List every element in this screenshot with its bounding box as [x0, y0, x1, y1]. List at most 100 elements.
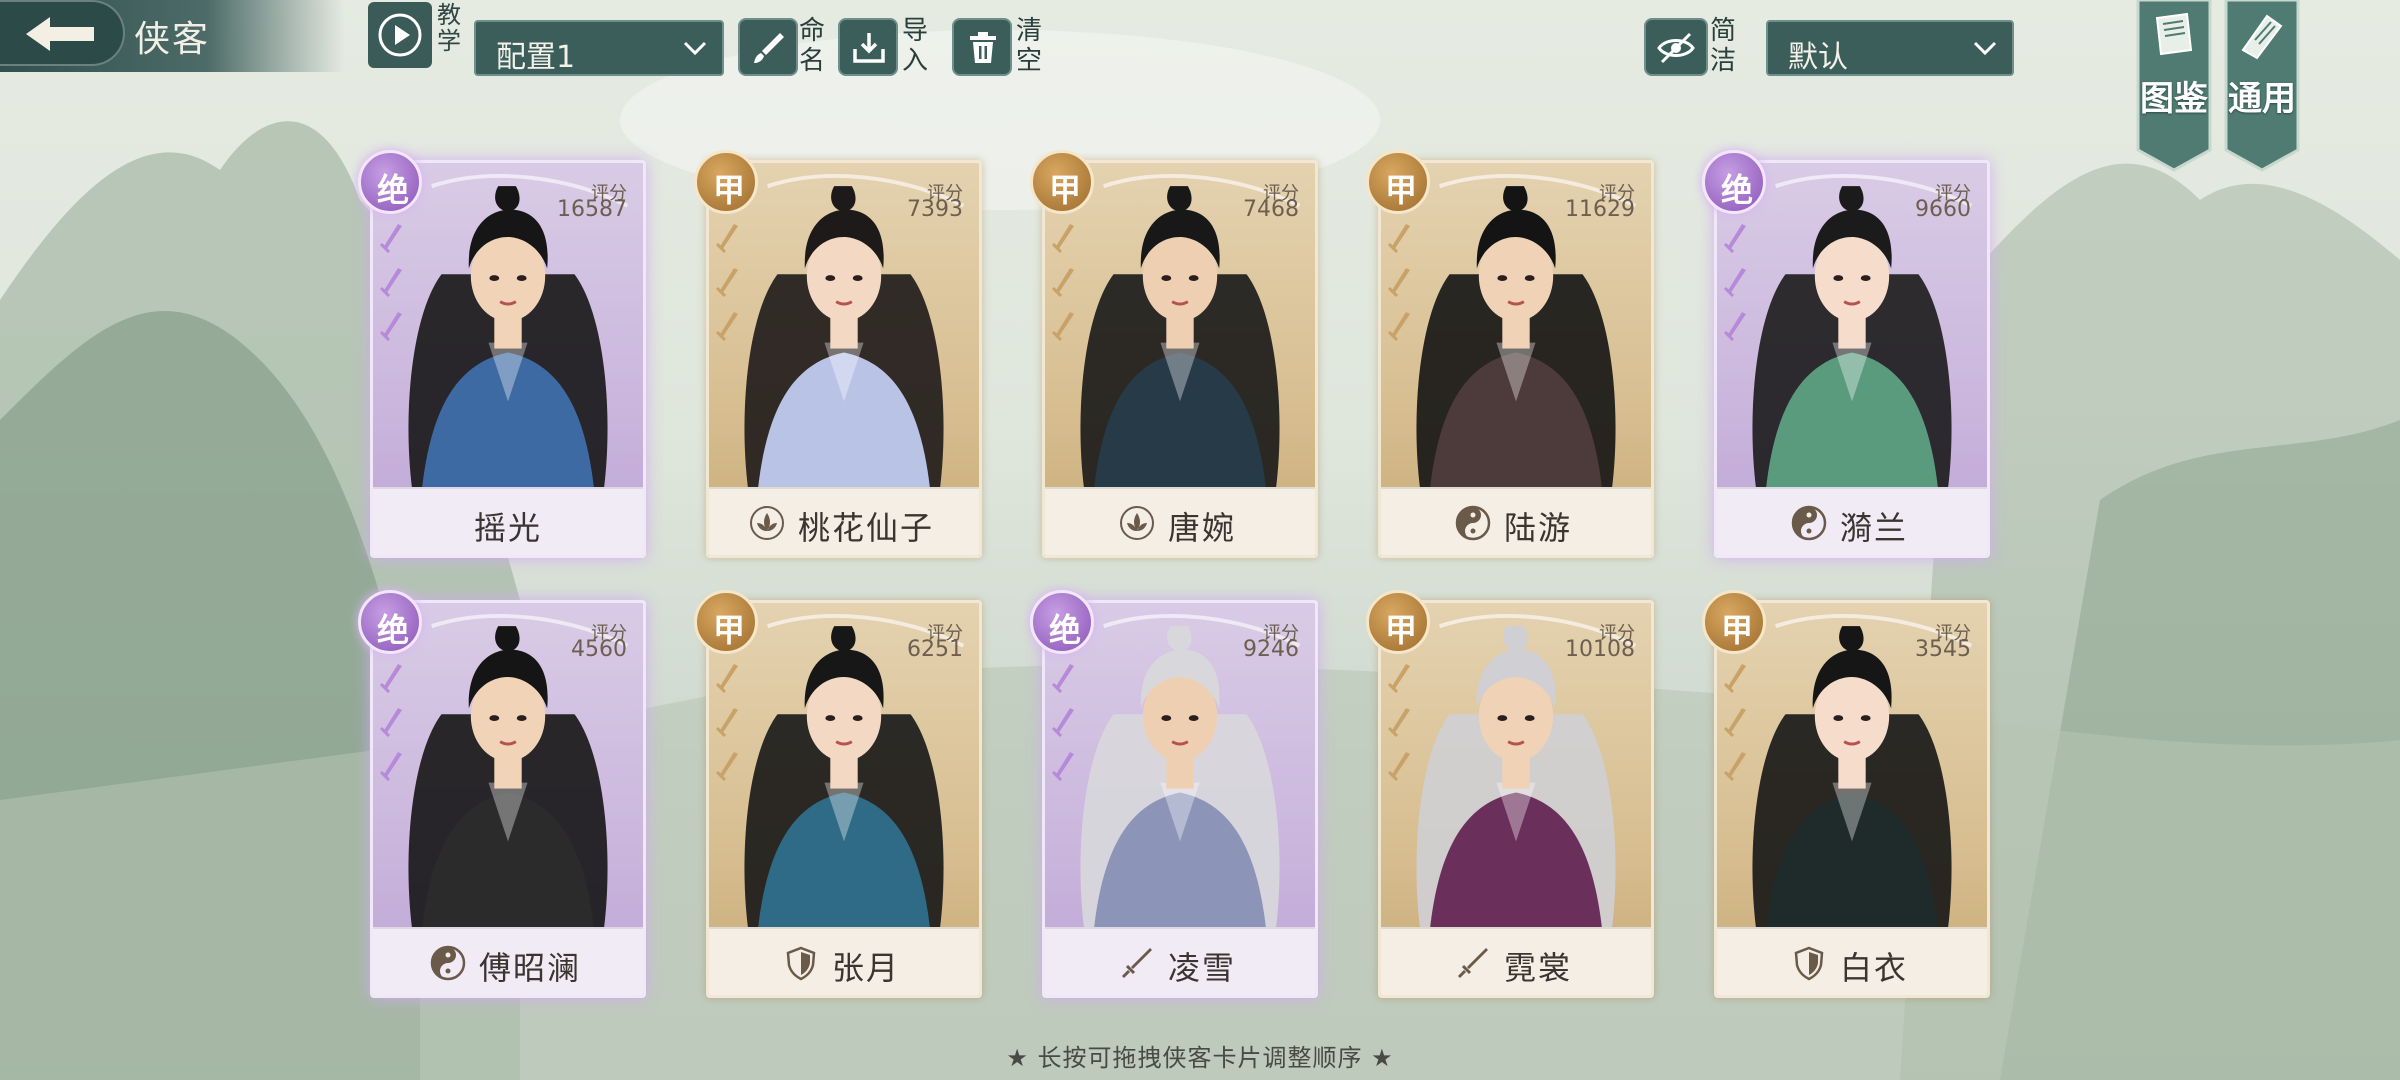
star-pips — [1722, 222, 1750, 354]
star-pips — [1050, 222, 1078, 354]
dagger-icon — [715, 268, 738, 298]
dagger-icon — [379, 752, 402, 782]
card-name-bar: 霓裳 — [1381, 927, 1651, 995]
top-bar: 侠客 教学 配置1 命名 导入 清空 简洁 默认 图鉴 通用 — [0, 0, 2400, 172]
codex-banner[interactable]: 图鉴 — [2136, 0, 2212, 172]
rank-badge: 甲 — [1030, 150, 1094, 214]
dagger-icon — [1051, 752, 1074, 782]
eye-hidden-icon — [1657, 32, 1695, 64]
dagger-icon — [715, 664, 738, 694]
score-value: 11629 — [1565, 197, 1635, 222]
tutorial-button[interactable] — [368, 2, 432, 68]
hero-card[interactable]: 评分 9660 漪兰绝 — [1702, 150, 1994, 566]
hero-name: 傅昭澜 — [478, 949, 581, 987]
rank-badge-text: 甲 — [712, 611, 745, 649]
hero-card[interactable]: 评分 3545 白衣甲 — [1702, 590, 1994, 1006]
score-value: 9660 — [1915, 197, 1971, 222]
hero-card[interactable]: 评分 7468 唐婉甲 — [1030, 150, 1322, 566]
import-label: 导入 — [901, 16, 928, 76]
dagger-icon — [1051, 708, 1074, 738]
dagger-icon — [379, 312, 402, 342]
rank-badge: 甲 — [1702, 590, 1766, 654]
star-pips — [1050, 662, 1078, 794]
star-pips — [714, 662, 742, 794]
hero-name: 摇光 — [473, 509, 542, 547]
score-value: 9246 — [1243, 637, 1299, 662]
import-button[interactable] — [838, 18, 898, 76]
score-value: 7393 — [907, 197, 963, 222]
rank-badge-text: 甲 — [1384, 611, 1417, 649]
dagger-icon — [1051, 312, 1074, 342]
dagger-icon — [1387, 708, 1410, 738]
card-frame: 评分 9660 漪兰 — [1714, 160, 1990, 558]
dagger-icon — [1387, 312, 1410, 342]
general-banner[interactable]: 通用 — [2224, 0, 2300, 172]
dagger-icon — [379, 224, 402, 254]
back-arrow-icon — [26, 17, 94, 51]
sort-select-value: 默认 — [1788, 40, 1848, 75]
concise-label: 简洁 — [1709, 16, 1736, 76]
hero-card[interactable]: 评分 6251 张月甲 — [694, 590, 986, 1006]
card-name-bar: 唐婉 — [1045, 487, 1315, 555]
rank-badge-text: 甲 — [712, 171, 745, 209]
rank-badge-text: 绝 — [376, 611, 409, 649]
dagger-icon — [715, 752, 738, 782]
rank-badge-text: 甲 — [1384, 171, 1417, 209]
rename-label: 命名 — [798, 16, 825, 76]
rank-badge: 绝 — [1030, 590, 1094, 654]
hero-card[interactable]: 评分 9246 凌雪绝 — [1030, 590, 1322, 1006]
page-title: 侠客 — [134, 19, 211, 60]
hero-name: 霓裳 — [1503, 949, 1572, 987]
dagger-icon — [379, 664, 402, 694]
config-select[interactable]: 配置1 — [474, 20, 724, 76]
tutorial-label: 教学 — [437, 1, 461, 55]
play-icon — [378, 13, 422, 57]
hero-card[interactable]: 评分 10108 霓裳甲 — [1366, 590, 1658, 1006]
rank-badge-text: 绝 — [1720, 171, 1753, 209]
rank-badge: 甲 — [1366, 590, 1430, 654]
card-frame: 评分 4560 傅昭澜 — [370, 600, 646, 998]
rank-badge-text: 绝 — [376, 171, 409, 209]
trash-icon — [970, 32, 996, 63]
card-frame: 评分 11629 陆游 — [1378, 160, 1654, 558]
hero-name: 陆游 — [1503, 509, 1572, 547]
import-icon — [853, 33, 885, 63]
sort-select[interactable]: 默认 — [1766, 20, 2014, 76]
dagger-icon — [1723, 752, 1746, 782]
card-name-bar: 桃花仙子 — [709, 487, 979, 555]
clear-button[interactable] — [952, 18, 1012, 76]
rename-button[interactable] — [738, 18, 798, 76]
hero-card[interactable]: 评分 16587 摇光绝 — [358, 150, 650, 566]
card-name-bar: 凌雪 — [1045, 927, 1315, 995]
hero-card[interactable]: 评分 11629 陆游甲 — [1366, 150, 1658, 566]
rank-badge: 甲 — [1366, 150, 1430, 214]
dagger-icon — [1387, 268, 1410, 298]
hero-card[interactable]: 评分 7393 桃花仙子甲 — [694, 150, 986, 566]
concise-toggle-button[interactable] — [1644, 18, 1708, 76]
dagger-icon — [1723, 224, 1746, 254]
score-value: 6251 — [907, 637, 963, 662]
score-value: 7468 — [1243, 197, 1299, 222]
back-button[interactable] — [0, 0, 125, 66]
dagger-icon — [1723, 268, 1746, 298]
card-name-bar: 摇光 — [373, 487, 643, 555]
hero-name: 桃花仙子 — [797, 509, 934, 547]
hero-name: 凌雪 — [1167, 949, 1236, 987]
rank-badge: 绝 — [358, 590, 422, 654]
chevron-down-icon — [1973, 41, 1997, 56]
hero-card[interactable]: 评分 4560 傅昭澜绝 — [358, 590, 650, 1006]
score-value: 3545 — [1915, 637, 1971, 662]
dagger-icon — [1387, 752, 1410, 782]
rank-badge-text: 绝 — [1048, 611, 1081, 649]
hero-name: 白衣 — [1839, 949, 1908, 987]
score-value: 4560 — [571, 637, 627, 662]
card-name-bar: 张月 — [709, 927, 979, 995]
general-label: 通用 — [2228, 79, 2296, 119]
dagger-icon — [1051, 268, 1074, 298]
rank-badge: 甲 — [694, 590, 758, 654]
card-name-bar: 漪兰 — [1717, 487, 1987, 555]
dagger-icon — [379, 708, 402, 738]
drag-hint: ★ 长按可拖拽侠客卡片调整顺序 ★ — [1006, 1044, 1394, 1072]
brush-icon — [754, 33, 784, 63]
config-select-value: 配置1 — [496, 40, 576, 75]
